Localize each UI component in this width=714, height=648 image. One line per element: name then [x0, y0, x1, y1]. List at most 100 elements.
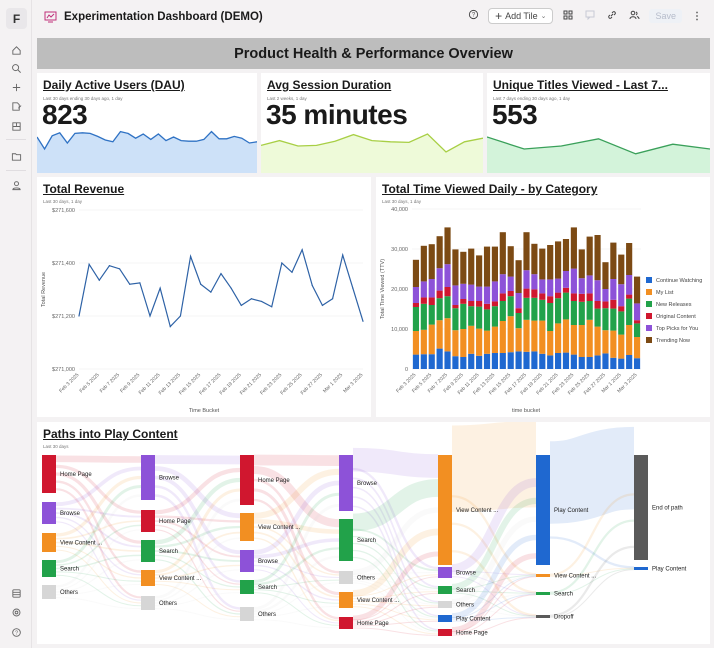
bar-segment: [452, 330, 459, 357]
bar-segment: [594, 301, 601, 309]
bar-segment: [412, 259, 420, 287]
edit-doc-icon[interactable]: [8, 98, 24, 114]
bar-segment: [618, 358, 625, 369]
plus-icon[interactable]: [8, 79, 24, 95]
kpi-card-session-duration[interactable]: Avg Session Duration Last 2 weeks, 1 day…: [261, 73, 483, 173]
home-icon[interactable]: [8, 42, 24, 58]
bar-segment: [436, 236, 443, 269]
bar-segment: [507, 291, 514, 297]
data-point: [149, 315, 151, 317]
stacked-bar-chart: 010,00020,00030,00040,000Feb 3 2025Feb 5…: [380, 207, 702, 414]
bar-segment: [578, 293, 585, 302]
data-point: [220, 273, 222, 275]
data-point: [331, 298, 334, 300]
search-icon[interactable]: [8, 60, 24, 76]
kebab-menu-icon[interactable]: ⋮: [690, 11, 704, 22]
bar-segment: [578, 301, 585, 325]
sankey-node: [438, 615, 452, 622]
bar-segment: [499, 274, 506, 294]
add-tile-label: Add Tile: [505, 11, 538, 21]
sankey-node-label: View Content ...: [456, 508, 499, 514]
bar-segment: [602, 353, 609, 369]
sankey-node: [141, 510, 155, 532]
comment-icon[interactable]: [583, 10, 597, 23]
bar-segment: [610, 299, 617, 309]
bar-segment: [491, 306, 498, 327]
user-icon[interactable]: [8, 177, 24, 193]
bar-segment: [547, 331, 554, 356]
bar-segment: [436, 298, 443, 321]
sankey-node: [339, 519, 353, 561]
bar-segment: [633, 320, 641, 324]
bar-segment: [420, 245, 427, 282]
bar-segment: [491, 301, 498, 307]
boards-icon[interactable]: [8, 118, 24, 134]
bar-segment: [523, 297, 530, 320]
bar-segment: [570, 268, 577, 294]
time-viewed-card[interactable]: Total Time Viewed Daily - by Category La…: [376, 177, 710, 417]
sparkline: [487, 136, 710, 173]
bar-segment: [507, 296, 514, 317]
sankey-node-label: Home Page: [456, 631, 488, 637]
kpi-title[interactable]: Unique Titles Viewed - Last 7...: [493, 78, 668, 92]
data-point: [352, 287, 354, 289]
bar-segment: [428, 297, 435, 305]
add-tile-button[interactable]: + Add Tile ⌄: [488, 8, 554, 24]
bar-segment: [412, 354, 420, 369]
bar-segment: [531, 274, 538, 290]
data-point: [108, 265, 111, 267]
y-tick-label: $271,200: [52, 314, 75, 320]
bar-segment: [515, 308, 522, 313]
sankey-node: [240, 607, 254, 621]
bar-segment: [483, 286, 491, 304]
bar-segment: [570, 325, 577, 355]
sankey-link: [352, 447, 439, 478]
link-icon[interactable]: [605, 10, 619, 23]
kpi-title[interactable]: Daily Active Users (DAU): [43, 78, 185, 92]
bar-segment: [610, 279, 617, 300]
settings-icon[interactable]: [8, 604, 24, 620]
bar-segment: [515, 260, 522, 293]
kpi-card-dau[interactable]: Daily Active Users (DAU) Last 30 days en…: [37, 73, 257, 173]
bar-segment: [428, 279, 435, 298]
bar-segment: [594, 326, 601, 356]
bar-segment: [436, 320, 443, 349]
bar-segment: [586, 357, 593, 369]
data-point: [159, 287, 161, 289]
sankey-node-label: View Content ...: [258, 525, 301, 531]
data-point: [260, 300, 263, 303]
bar-segment: [452, 308, 459, 331]
svg-text:?: ?: [14, 630, 17, 636]
sankey-node-label: Others: [456, 603, 474, 609]
kpi-card-unique-titles[interactable]: Unique Titles Viewed - Last 7... Last 7 …: [487, 73, 710, 173]
bar-segment: [562, 271, 570, 288]
data-point: [291, 271, 293, 273]
y-tick-label: $271,400: [52, 261, 75, 267]
app-logo[interactable]: F: [6, 8, 27, 29]
share-users-icon[interactable]: [627, 10, 641, 23]
bar-segment: [460, 251, 467, 284]
grid-layout-icon[interactable]: [561, 10, 575, 23]
kpi-title[interactable]: Avg Session Duration: [267, 78, 391, 92]
paths-card[interactable]: Paths into Play Content Last 30 days Hom…: [37, 422, 710, 644]
sankey-node: [438, 601, 452, 608]
data-point: [342, 254, 344, 256]
data-point: [98, 279, 100, 281]
folder-icon[interactable]: [8, 148, 24, 164]
data-point: [88, 263, 90, 265]
bar-segment: [586, 319, 593, 357]
save-button[interactable]: Save: [649, 9, 682, 23]
help-icon[interactable]: ?: [8, 624, 24, 640]
total-revenue-card[interactable]: Total Revenue Last 30 days, 1 day $271,0…: [37, 177, 371, 417]
sankey-link: [253, 454, 340, 466]
help-circle-icon[interactable]: ?: [466, 9, 480, 23]
sankey-node-label: View Content ...: [159, 576, 202, 582]
sankey-node-label: Home Page: [60, 472, 92, 478]
data-point: [139, 282, 141, 284]
data-point: [250, 298, 253, 300]
database-icon[interactable]: [8, 585, 24, 601]
sankey-node-label: Browse: [258, 559, 279, 565]
bar-segment: [594, 235, 601, 281]
y-tick-label: 20,000: [391, 287, 408, 293]
x-axis-label: time bucket: [512, 408, 541, 414]
